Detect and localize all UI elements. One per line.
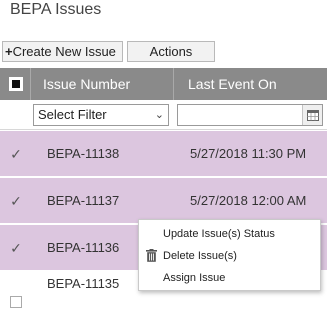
column-header-last-event-on[interactable]: Last Event On	[174, 68, 327, 100]
table-row[interactable]: ✓ BEPA-11137 5/27/2018 12:00 AM	[0, 178, 327, 224]
issue-number-cell: BEPA-11137	[47, 193, 120, 208]
row-checkbox[interactable]: ✓	[8, 193, 24, 209]
create-new-issue-label: Create New Issue	[12, 44, 116, 59]
issue-number-cell: BEPA-11138	[47, 146, 120, 161]
select-all-checkbox[interactable]	[9, 77, 23, 91]
actions-label: Actions	[149, 44, 193, 59]
menu-item-label: Delete Issue(s)	[163, 250, 237, 262]
actions-button[interactable]: Actions	[127, 41, 215, 62]
table-row[interactable]: ✓ BEPA-11138 5/27/2018 11:30 PM	[0, 131, 327, 177]
issue-number-cell: BEPA-11135	[47, 276, 120, 291]
last-event-date-filter[interactable]	[177, 104, 323, 126]
header-select-all-cell	[0, 68, 31, 100]
context-menu: Update Issue(s) Status Delete Issue(s) A…	[138, 219, 321, 291]
calendar-icon	[307, 110, 319, 121]
menu-item-delete-issues[interactable]: Delete Issue(s)	[139, 245, 320, 267]
chevron-down-icon: ⌄	[154, 109, 164, 121]
menu-item-label: Update Issue(s) Status	[163, 228, 275, 240]
menu-item-update-status[interactable]: Update Issue(s) Status	[139, 223, 320, 245]
trash-icon	[146, 249, 157, 262]
page-title: BEPA Issues	[10, 1, 102, 18]
menu-item-assign-issue[interactable]: Assign Issue	[139, 267, 320, 289]
plus-icon: +	[5, 44, 13, 59]
last-event-cell: 5/27/2018 11:30 PM	[190, 146, 307, 161]
row-checkbox[interactable]: ✓	[8, 146, 24, 162]
last-event-cell: 5/27/2018 12:00 AM	[190, 193, 307, 208]
filter-select-value: Select Filter	[38, 107, 107, 122]
table-header: Issue Number Last Event On	[0, 68, 327, 100]
create-new-issue-button[interactable]: +Create New Issue	[2, 41, 123, 62]
column-header-issue-number[interactable]: Issue Number	[31, 68, 174, 100]
filter-row: Select Filter ⌄	[0, 100, 327, 130]
menu-item-label: Assign Issue	[163, 272, 226, 284]
row-checkbox[interactable]: ✓	[8, 240, 24, 256]
issue-number-filter-select[interactable]: Select Filter ⌄	[33, 104, 169, 126]
issue-number-cell: BEPA-11136	[47, 240, 120, 255]
calendar-button[interactable]	[302, 105, 322, 125]
